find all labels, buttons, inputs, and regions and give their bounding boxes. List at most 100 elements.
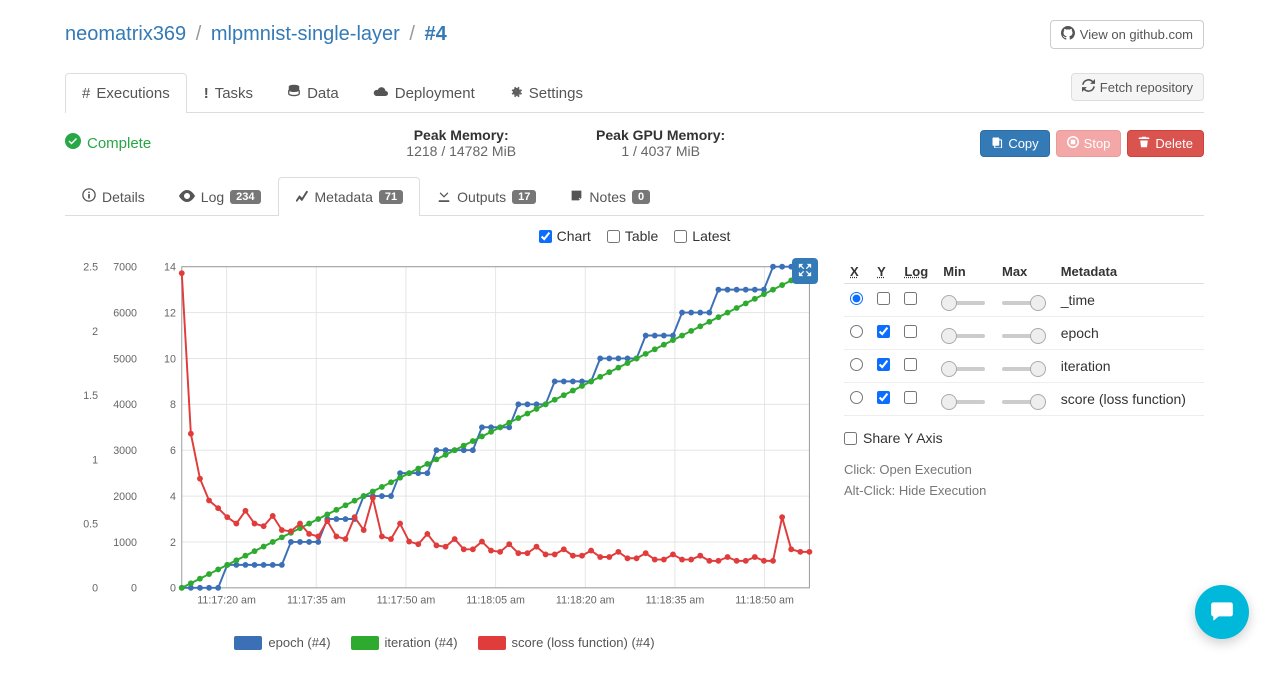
breadcrumb-project[interactable]: mlpmnist-single-layer <box>211 23 400 45</box>
min-slider[interactable] <box>943 367 985 371</box>
max-slider[interactable] <box>1002 301 1044 305</box>
x-radio[interactable] <box>850 292 863 305</box>
x-radio[interactable] <box>850 391 863 404</box>
tab-tasks[interactable]: ! Tasks <box>187 73 270 112</box>
min-slider[interactable] <box>943 400 985 404</box>
status-bar: Complete Peak Memory: 1218 / 14782 MiB P… <box>65 113 1204 173</box>
metadata-series-table: X Y Log Min Max Metadata _timeepochitera… <box>844 260 1204 416</box>
metadata-row: _time <box>844 284 1204 317</box>
chat-icon <box>1209 598 1235 627</box>
svg-text:7000: 7000 <box>113 262 137 274</box>
chat-fab[interactable] <box>1195 585 1249 639</box>
breadcrumb: neomatrix369 / mlpmnist-single-layer / #… <box>65 23 447 46</box>
svg-text:2: 2 <box>92 326 98 338</box>
peak-gpu-memory: Peak GPU Memory: 1 / 4037 MiB <box>596 127 725 159</box>
max-slider[interactable] <box>1002 367 1044 371</box>
log-checkbox[interactable] <box>904 391 917 404</box>
x-radio[interactable] <box>850 358 863 371</box>
y-checkbox[interactable] <box>877 358 890 371</box>
metadata-row: iteration <box>844 350 1204 383</box>
copy-icon <box>991 136 1003 151</box>
svg-text:0: 0 <box>131 583 137 595</box>
svg-text:1000: 1000 <box>113 537 137 549</box>
svg-text:11:17:50 am: 11:17:50 am <box>377 594 436 606</box>
svg-text:4: 4 <box>170 491 176 503</box>
svg-text:11:18:35 am: 11:18:35 am <box>646 594 705 606</box>
metadata-name: _time <box>1055 284 1204 317</box>
subtab-metadata[interactable]: Metadata 71 <box>278 177 421 216</box>
gear-icon <box>509 84 523 102</box>
stop-button[interactable]: Stop <box>1056 130 1122 157</box>
view-on-github-button[interactable]: View on github.com <box>1050 20 1204 49</box>
metadata-row: epoch <box>844 317 1204 350</box>
min-slider[interactable] <box>943 334 985 338</box>
metadata-name: iteration <box>1055 350 1204 383</box>
y-checkbox[interactable] <box>877 325 890 338</box>
view-latest[interactable]: Latest <box>674 228 730 244</box>
share-y-axis-label: Share Y Axis <box>863 430 943 446</box>
metadata-name: epoch <box>1055 317 1204 350</box>
subtab-notes[interactable]: Notes 0 <box>553 177 667 215</box>
chart-icon <box>295 189 309 206</box>
breadcrumb-run[interactable]: #4 <box>425 23 447 45</box>
x-radio[interactable] <box>850 325 863 338</box>
log-checkbox[interactable] <box>904 358 917 371</box>
database-icon <box>287 84 301 102</box>
svg-text:11:18:20 am: 11:18:20 am <box>556 594 615 606</box>
expand-chart-button[interactable] <box>792 258 818 284</box>
share-y-axis-checkbox[interactable] <box>844 432 857 445</box>
svg-text:0: 0 <box>170 583 176 595</box>
legend-item[interactable]: iteration (#4) <box>351 635 458 650</box>
tab-deployment[interactable]: Deployment <box>356 73 492 112</box>
hash-icon: # <box>82 85 90 102</box>
eye-icon <box>179 189 195 205</box>
fetch-repository-button[interactable]: Fetch repository <box>1071 73 1204 101</box>
svg-text:11:18:50 am: 11:18:50 am <box>735 594 794 606</box>
svg-text:11:17:20 am: 11:17:20 am <box>197 594 256 606</box>
peak-memory: Peak Memory: 1218 / 14782 MiB <box>406 127 516 159</box>
svg-text:11:18:05 am: 11:18:05 am <box>466 594 525 606</box>
metadata-count-badge: 71 <box>379 190 403 204</box>
svg-text:2000: 2000 <box>113 491 137 503</box>
tab-executions[interactable]: # Executions <box>65 73 187 113</box>
view-table[interactable]: Table <box>607 228 658 244</box>
sub-tabs: Details Log 234 Metadata 71 Outputs 17 <box>65 177 1204 216</box>
metadata-name: score (loss function) <box>1055 383 1204 416</box>
subtab-log[interactable]: Log 234 <box>162 177 278 215</box>
subtab-details[interactable]: Details <box>65 177 162 215</box>
copy-button[interactable]: Copy <box>980 130 1049 157</box>
y-checkbox[interactable] <box>877 292 890 305</box>
cloud-icon <box>373 85 389 102</box>
tab-settings[interactable]: Settings <box>492 73 600 112</box>
exclamation-icon: ! <box>204 85 209 102</box>
delete-button[interactable]: Delete <box>1127 130 1204 157</box>
svg-text:2.5: 2.5 <box>83 262 98 274</box>
check-circle-icon <box>65 133 81 153</box>
y-checkbox[interactable] <box>877 391 890 404</box>
min-slider[interactable] <box>943 301 985 305</box>
svg-text:1.5: 1.5 <box>83 390 98 402</box>
max-slider[interactable] <box>1002 400 1044 404</box>
notes-count-badge: 0 <box>632 190 650 204</box>
svg-text:0.5: 0.5 <box>83 518 98 530</box>
download-icon <box>437 188 451 205</box>
chart-legend: epoch (#4) iteration (#4) score (loss func… <box>65 625 824 663</box>
status-complete: Complete <box>65 133 151 153</box>
max-slider[interactable] <box>1002 334 1044 338</box>
svg-text:10: 10 <box>164 353 176 365</box>
legend-item[interactable]: epoch (#4) <box>234 635 330 650</box>
svg-text:1: 1 <box>92 454 98 466</box>
info-icon <box>82 188 96 205</box>
tab-data[interactable]: Data <box>270 73 356 112</box>
log-checkbox[interactable] <box>904 325 917 338</box>
outputs-count-badge: 17 <box>512 190 536 204</box>
view-mode-toggle: Chart Table Latest <box>65 216 1204 252</box>
breadcrumb-user[interactable]: neomatrix369 <box>65 23 186 45</box>
log-checkbox[interactable] <box>904 292 917 305</box>
subtab-outputs[interactable]: Outputs 17 <box>420 177 553 215</box>
stop-icon <box>1067 136 1079 151</box>
legend-item[interactable]: score (loss function) (#4) <box>478 635 655 650</box>
view-chart[interactable]: Chart <box>539 228 591 244</box>
refresh-icon <box>1082 79 1095 95</box>
trash-icon <box>1138 136 1150 151</box>
